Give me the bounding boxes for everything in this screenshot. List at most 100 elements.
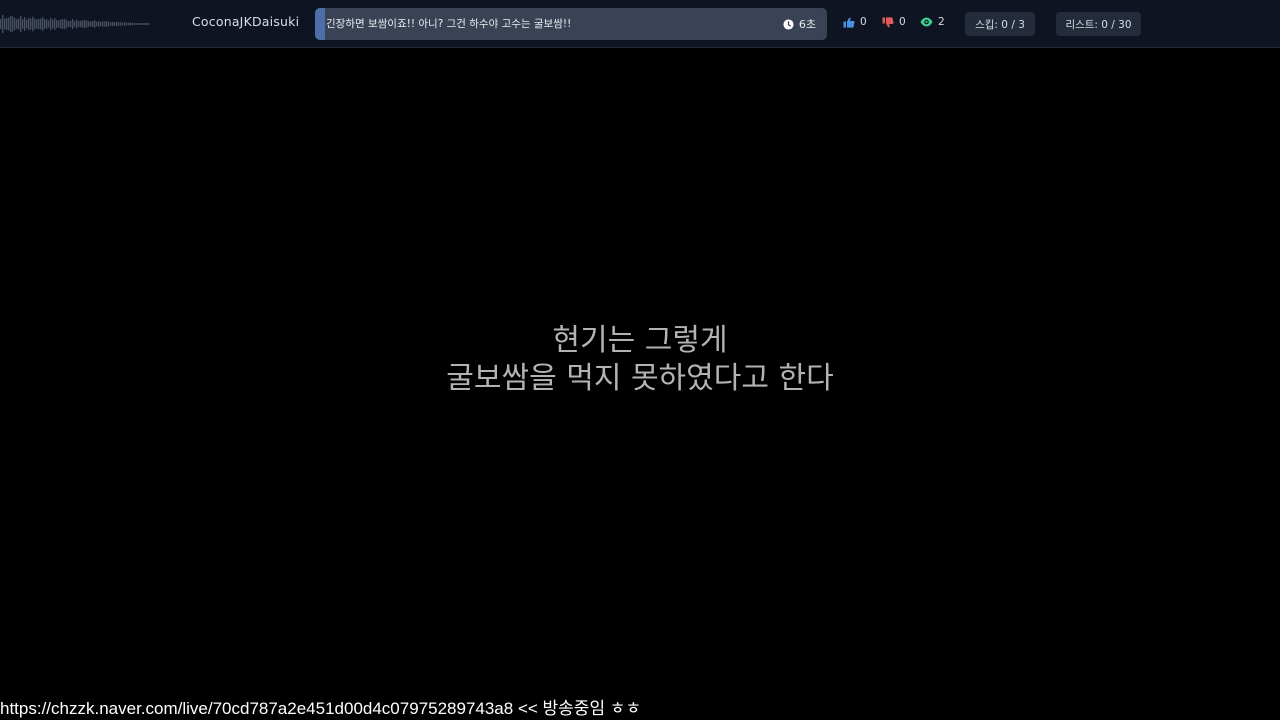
waveform-bar: [54, 18, 56, 30]
waveform-bar: [86, 20, 88, 28]
like-counter[interactable]: 0: [843, 16, 867, 28]
waveform-visualizer: [0, 15, 150, 33]
waveform-bar: [26, 19, 28, 29]
waveform-bar: [8, 17, 10, 31]
waveform-bar: [120, 22, 122, 26]
waveform-bar: [144, 23, 146, 25]
waveform-bar: [128, 22, 130, 26]
thumbs-down-icon: [882, 16, 894, 27]
now-playing-time-value: 6초: [798, 18, 816, 31]
waveform-bar: [10, 15, 12, 33]
dislike-counter[interactable]: 0: [882, 16, 906, 28]
dislike-count: 0: [899, 16, 906, 28]
now-playing-time: 6초: [783, 16, 816, 32]
waveform-bar: [108, 21, 110, 27]
waveform-bar: [68, 20, 70, 28]
stream-link-text: https://chzzk.naver.com/live/70cd787a2e4…: [0, 699, 642, 718]
waveform-bar: [76, 19, 78, 29]
waveform-bar: [20, 15, 22, 33]
waveform-bar: [24, 17, 26, 31]
waveform-bar: [70, 20, 72, 28]
waveform-bar: [60, 19, 62, 29]
waveform-bar: [80, 20, 82, 28]
waveform-bar: [126, 22, 128, 26]
like-count: 0: [860, 16, 867, 28]
waveform-bar: [140, 23, 142, 25]
waveform-bar: [62, 19, 64, 29]
waveform-bar: [146, 23, 148, 25]
top-bar: CoconaJKDaisuki 긴장하면 보쌈이죠!! 아니? 그건 하수야 고…: [0, 0, 1280, 48]
view-count: 2: [938, 16, 945, 28]
waveform-bar: [148, 23, 150, 25]
waveform-bar: [74, 21, 76, 27]
waveform-bar: [32, 16, 34, 32]
list-counter[interactable]: 리스트: 0 / 30: [1056, 12, 1141, 36]
waveform-bar: [0, 19, 2, 29]
eye-icon: [920, 17, 933, 27]
now-playing-progress: [315, 8, 326, 40]
waveform-bar: [116, 21, 118, 27]
waveform-bar: [6, 18, 8, 30]
waveform-bar: [56, 20, 58, 28]
waveform-bar: [50, 18, 52, 30]
waveform-bar: [72, 18, 74, 30]
waveform-bar: [122, 22, 124, 26]
waveform-bar: [82, 20, 84, 28]
username: CoconaJKDaisuki: [192, 14, 300, 29]
now-playing-bar[interactable]: 긴장하면 보쌈이죠!! 아니? 그건 하수야 고수는 굴보쌈!! 6초: [315, 8, 827, 40]
waveform-bar: [18, 18, 20, 30]
waveform-bar: [102, 21, 104, 27]
waveform-bar: [106, 21, 108, 27]
overlay-page: CoconaJKDaisuki 긴장하면 보쌈이죠!! 아니? 그건 하수야 고…: [0, 0, 1280, 720]
waveform-bar: [42, 17, 44, 31]
waveform-bar: [48, 20, 50, 28]
waveform-bar: [88, 21, 90, 27]
waveform-bar: [46, 19, 48, 29]
lyric-line-1: 현기는 그렇게: [552, 323, 728, 358]
waveform-bar: [22, 19, 24, 29]
clock-icon: [783, 18, 794, 30]
waveform-bar: [36, 19, 38, 29]
waveform-bar: [34, 18, 36, 30]
waveform-bar: [28, 17, 30, 31]
lyric-line-2: 굴보쌈을 먹지 못하였다고 한다: [446, 361, 834, 396]
waveform-bar: [52, 19, 54, 29]
waveform-bar: [134, 22, 136, 26]
view-counter: 2: [920, 16, 945, 28]
waveform-bar: [30, 18, 32, 30]
waveform-bar: [4, 18, 6, 30]
waveform-bar: [94, 20, 96, 28]
waveform-bar: [118, 22, 120, 26]
waveform-bar: [90, 21, 92, 27]
waveform-bar: [64, 18, 66, 30]
waveform-bar: [38, 19, 40, 29]
waveform-bar: [96, 21, 98, 27]
waveform-bar: [138, 23, 140, 25]
waveform-bar: [66, 20, 68, 28]
waveform-bar: [58, 20, 60, 28]
waveform-bar: [84, 20, 86, 28]
waveform-bar: [98, 21, 100, 27]
waveform-bar: [124, 22, 126, 26]
waveform-bar: [78, 21, 80, 27]
waveform-bar: [130, 22, 132, 26]
waveform-bar: [104, 21, 106, 27]
waveform-bar: [112, 21, 114, 27]
waveform-bar: [132, 22, 134, 26]
waveform-bar: [16, 19, 18, 29]
waveform-bar: [92, 21, 94, 27]
thumbs-up-icon: [843, 17, 855, 28]
waveform-bar: [40, 18, 42, 30]
waveform-bar: [114, 21, 116, 27]
waveform-bar: [14, 18, 16, 30]
waveform-bar: [142, 23, 144, 25]
lyrics: 현기는 그렇게 굴보쌈을 먹지 못하였다고 한다: [340, 322, 940, 398]
waveform-bar: [136, 22, 138, 26]
waveform-bar: [44, 19, 46, 29]
waveform-bar: [12, 16, 14, 32]
waveform-bar: [100, 21, 102, 27]
now-playing-title: 긴장하면 보쌈이죠!! 아니? 그건 하수야 고수는 굴보쌈!!: [326, 18, 572, 30]
waveform-bar: [110, 22, 112, 26]
waveform-bar: [2, 15, 4, 33]
skip-counter[interactable]: 스킵: 0 / 3: [965, 12, 1035, 36]
